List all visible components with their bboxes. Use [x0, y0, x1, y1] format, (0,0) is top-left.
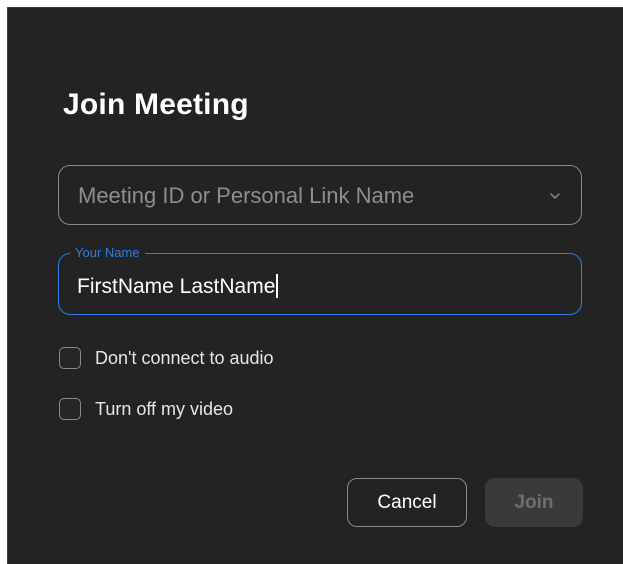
dont-connect-audio-checkbox[interactable] — [59, 347, 81, 369]
dialog-title: Join Meeting — [63, 88, 249, 121]
meeting-id-select[interactable]: Meeting ID or Personal Link Name — [58, 165, 582, 225]
meeting-id-placeholder: Meeting ID or Personal Link Name — [78, 183, 415, 208]
dont-connect-audio-label[interactable]: Don't connect to audio — [95, 348, 274, 369]
dont-connect-audio-option[interactable]: Don't connect to audio — [59, 347, 274, 369]
your-name-input[interactable]: FirstName LastName — [77, 274, 278, 299]
turn-off-video-checkbox[interactable] — [59, 398, 81, 420]
text-cursor — [276, 274, 278, 298]
your-name-label: Your Name — [70, 245, 145, 261]
join-meeting-dialog: Join Meeting Meeting ID or Personal Link… — [7, 7, 623, 564]
turn-off-video-label[interactable]: Turn off my video — [95, 399, 233, 420]
turn-off-video-option[interactable]: Turn off my video — [59, 398, 233, 420]
cancel-button[interactable]: Cancel — [347, 478, 467, 527]
chevron-down-icon[interactable] — [549, 190, 561, 202]
join-button[interactable]: Join — [485, 478, 583, 527]
your-name-value: FirstName LastName — [77, 275, 276, 298]
your-name-field[interactable]: Your Name FirstName LastName — [58, 245, 582, 315]
